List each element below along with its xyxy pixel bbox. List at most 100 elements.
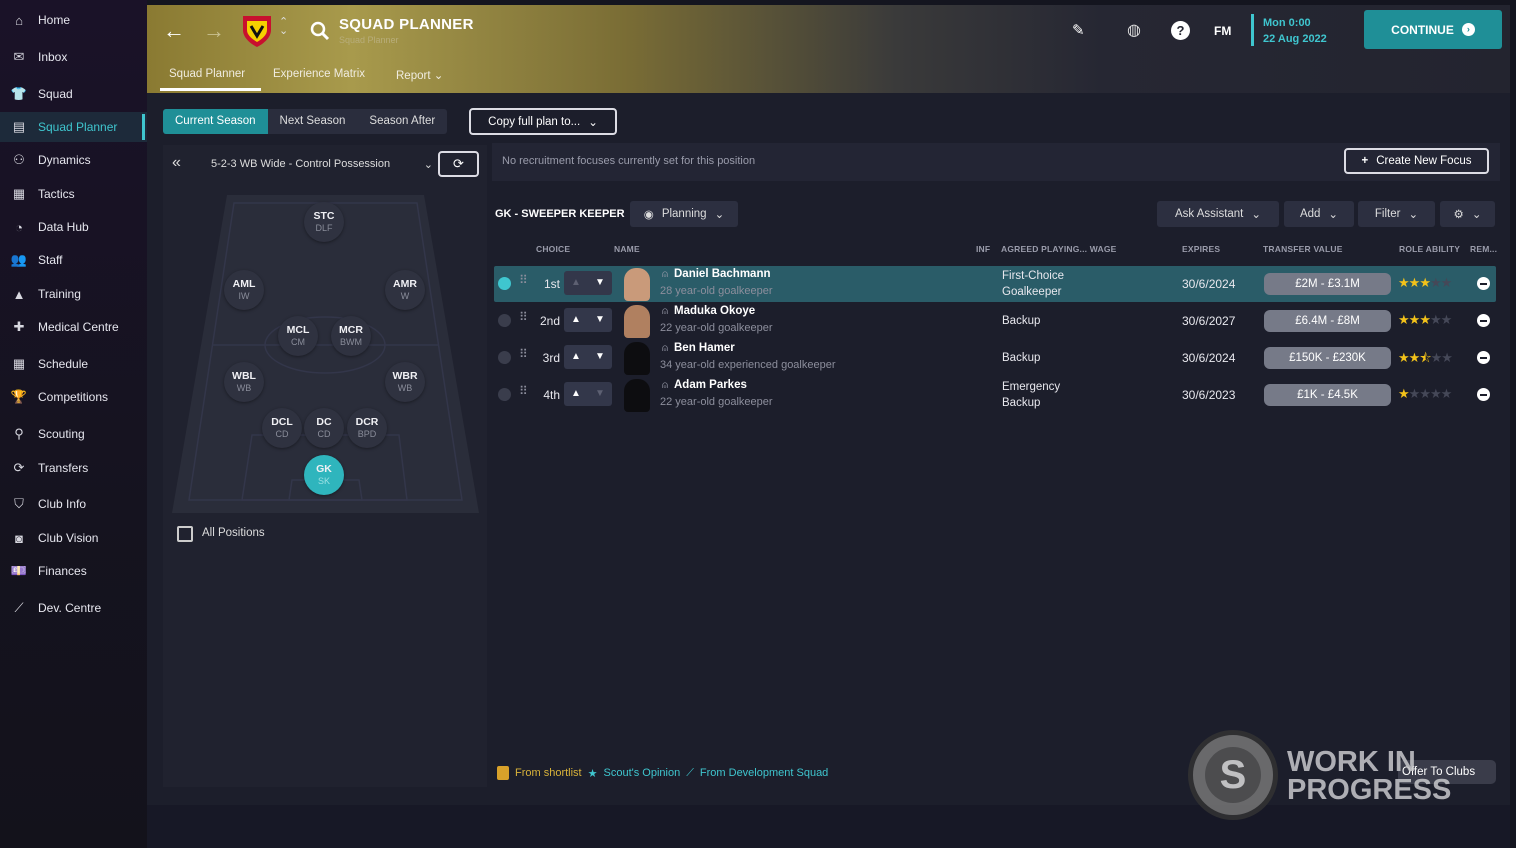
position-stc[interactable]: STC DLF [304, 202, 344, 242]
position-mcl[interactable]: MCL CM [278, 316, 318, 356]
col-choice[interactable]: CHOICE [536, 244, 570, 254]
drag-handle-icon[interactable]: ⠿ [519, 274, 529, 286]
position-amr[interactable]: AMR W [385, 270, 425, 310]
move-down-icon[interactable]: ▼ [588, 308, 612, 332]
col-agreed[interactable]: AGREED PLAYING... WAGE [1001, 244, 1117, 254]
sidebar-item-label: Dynamics [38, 153, 91, 167]
move-up-icon[interactable]: ▲ [564, 271, 588, 295]
sidebar-item-finances[interactable]: 💷 Finances [0, 556, 147, 586]
collapse-panel-icon[interactable]: « [172, 154, 181, 172]
copy-plan-dropdown[interactable]: Copy full plan to... ⌄ [469, 108, 617, 135]
remove-button[interactable] [1477, 314, 1490, 327]
remove-button[interactable] [1477, 277, 1490, 290]
move-down-icon[interactable]: ▼ [588, 345, 612, 369]
club-crest-icon[interactable] [241, 12, 273, 48]
move-up-icon[interactable]: ▲ [564, 382, 588, 406]
position-dcr[interactable]: DCR BPD [347, 408, 387, 448]
move-down-icon[interactable]: ▼ [588, 271, 612, 295]
remove-button[interactable] [1477, 351, 1490, 364]
help-icon[interactable]: ? [1171, 21, 1190, 40]
player-name[interactable]: ⍝ Daniel Bachmann [662, 268, 771, 280]
position-mcr[interactable]: MCR BWM [331, 316, 371, 356]
table-row[interactable]: ⠿ 1st ▲ ▼ ⍝ Daniel Bachmann 28 year-old go… [494, 266, 1496, 302]
search-icon[interactable] [310, 21, 330, 41]
move-up-icon[interactable]: ▲ [564, 308, 588, 332]
reorder-stepper[interactable]: ▲ ▼ [564, 382, 612, 406]
position-wbr[interactable]: WBR WB [385, 362, 425, 402]
sidebar-item-competitions[interactable]: 🏆 Competitions [0, 382, 147, 412]
col-inf[interactable]: INF [976, 244, 990, 254]
table-row[interactable]: ⠿ 3rd ▲ ▼ ⍝ Ben Hamer 34 year-old experien… [494, 340, 1496, 376]
sidebar-item-club-info[interactable]: ⛉ Club Info [0, 489, 147, 519]
season-after[interactable]: Season After [357, 109, 447, 134]
reorder-stepper[interactable]: ▲ ▼ [564, 271, 612, 295]
world-icon[interactable]: ◍ [1127, 20, 1141, 40]
fm-menu-button[interactable]: FM [1214, 24, 1231, 38]
sidebar-item-medical-centre[interactable]: ✚ Medical Centre [0, 312, 147, 342]
table-row[interactable]: ⠿ 4th ▲ ▼ ⍝ Adam Parkes 22 year-old goalke… [494, 377, 1496, 413]
tactic-dropdown[interactable]: 5-2-3 WB Wide - Control Possession ⌄ [211, 158, 433, 171]
tab-squad-planner[interactable]: Squad Planner [169, 68, 245, 80]
sidebar-item-training[interactable]: ▲ Training [0, 279, 147, 309]
sidebar-item-data-hub[interactable]: ◔ Data Hub [0, 212, 147, 242]
position-aml[interactable]: AML IW [224, 270, 264, 310]
select-checkbox[interactable] [498, 351, 511, 364]
reorder-stepper[interactable]: ▲ ▼ [564, 345, 612, 369]
refresh-button[interactable]: ⟳ [438, 151, 479, 177]
edit-pencil-icon[interactable]: ✎ [1072, 21, 1085, 39]
season-next[interactable]: Next Season [268, 109, 358, 134]
sidebar-item-dynamics[interactable]: ⚇ Dynamics [0, 145, 147, 175]
select-checkbox[interactable] [498, 314, 511, 327]
sidebar-item-tactics[interactable]: ▦ Tactics [0, 179, 147, 209]
sidebar-item-club-vision[interactable]: ◙ Club Vision [0, 523, 147, 553]
sidebar-item-scouting[interactable]: ⚲ Scouting [0, 419, 147, 449]
position-gk[interactable]: GK SK [304, 455, 344, 495]
col-role-ability[interactable]: ROLE ABILITY [1399, 244, 1460, 254]
sidebar-item-dev-centre[interactable]: ⟋ Dev. Centre [0, 593, 147, 623]
planning-dropdown[interactable]: ◉ Planning ⌄ [630, 201, 738, 227]
player-name[interactable]: ⍝ Maduka Okoye [662, 305, 755, 317]
position-wbl[interactable]: WBL WB [224, 362, 264, 402]
sidebar-item-inbox[interactable]: ✉ Inbox [0, 42, 147, 72]
settings-dropdown[interactable]: ⚙ ⌄ [1440, 201, 1495, 227]
create-focus-button[interactable]: + Create New Focus [1344, 148, 1489, 174]
drag-handle-icon[interactable]: ⠿ [519, 311, 529, 323]
col-name[interactable]: NAME [614, 244, 640, 254]
sidebar-item-staff[interactable]: 👥 Staff [0, 245, 147, 275]
sidebar-item-squad-planner[interactable]: ▤ Squad Planner [0, 112, 147, 142]
tab-experience-matrix[interactable]: Experience Matrix [273, 68, 365, 80]
player-name[interactable]: ⍝ Adam Parkes [662, 379, 747, 391]
position-dcl[interactable]: DCL CD [262, 408, 302, 448]
table-row[interactable]: ⠿ 2nd ▲ ▼ ⍝ Maduka Okoye 22 year-old goalk… [494, 303, 1496, 339]
club-switch-icon[interactable]: ⌃ ⌄ [279, 17, 288, 37]
move-down-icon[interactable]: ▼ [588, 382, 612, 406]
add-dropdown[interactable]: Add ⌄ [1284, 201, 1354, 227]
select-checkbox[interactable] [498, 388, 511, 401]
back-arrow-icon[interactable]: ← [163, 18, 185, 44]
drag-handle-icon[interactable]: ⠿ [519, 348, 529, 360]
ask-assistant-dropdown[interactable]: Ask Assistant ⌄ [1157, 201, 1279, 227]
filter-label: Filter [1374, 208, 1401, 220]
tab-report[interactable]: Report ⌄ [396, 68, 443, 82]
all-positions-checkbox[interactable] [177, 526, 193, 542]
forward-arrow-icon[interactable]: → [203, 18, 225, 44]
filter-dropdown[interactable]: Filter ⌄ [1358, 201, 1435, 227]
col-remove[interactable]: REM... [1470, 244, 1497, 254]
reorder-stepper[interactable]: ▲ ▼ [564, 308, 612, 332]
continue-button[interactable]: CONTINUE › [1364, 10, 1502, 49]
season-current[interactable]: Current Season [163, 109, 268, 134]
position-dc[interactable]: DC CD [304, 408, 344, 448]
drag-handle-icon[interactable]: ⠿ [519, 385, 529, 397]
remove-button[interactable] [1477, 388, 1490, 401]
col-transfer-value[interactable]: TRANSFER VALUE [1263, 244, 1343, 254]
star-icon: ★ [587, 767, 598, 780]
recruitment-message: No recruitment focuses currently set for… [502, 155, 756, 167]
sidebar-item-home[interactable]: ⌂ Home [0, 5, 147, 35]
col-expires[interactable]: EXPIRES [1182, 244, 1220, 254]
sidebar-item-transfers[interactable]: ⟳ Transfers [0, 453, 147, 483]
sidebar-item-squad[interactable]: 👕 Squad [0, 79, 147, 109]
player-name[interactable]: ⍝ Ben Hamer [662, 342, 735, 354]
move-up-icon[interactable]: ▲ [564, 345, 588, 369]
sidebar-item-schedule[interactable]: ▦ Schedule [0, 349, 147, 379]
select-checkbox[interactable] [498, 277, 511, 290]
